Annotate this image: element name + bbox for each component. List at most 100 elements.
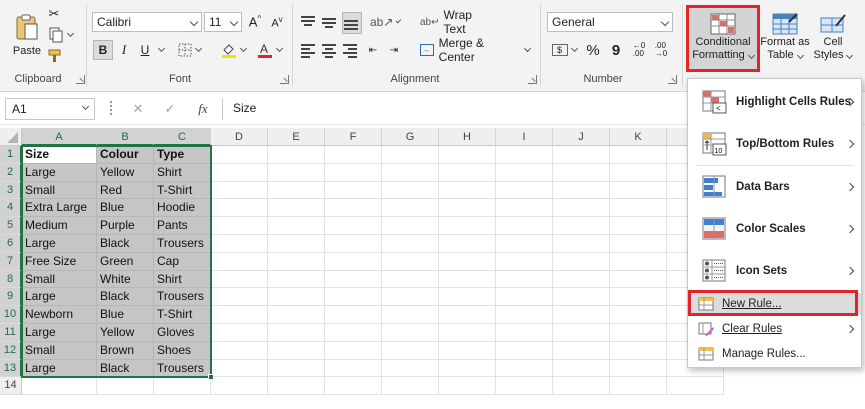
row-header[interactable]: 2 bbox=[0, 163, 22, 182]
cell[interactable] bbox=[439, 270, 496, 289]
cell[interactable]: Brown bbox=[97, 341, 154, 360]
confirm-entry-button[interactable]: ✓ bbox=[160, 99, 180, 119]
cell[interactable] bbox=[439, 235, 496, 253]
cell[interactable] bbox=[325, 324, 382, 342]
cell[interactable] bbox=[382, 306, 439, 324]
underline-dropdown[interactable] bbox=[153, 40, 165, 60]
cell[interactable]: Blue bbox=[97, 199, 154, 218]
cell[interactable]: T-Shirt bbox=[154, 181, 211, 200]
format-as-table-button[interactable]: Format as Table bbox=[760, 5, 810, 69]
cell[interactable] bbox=[610, 146, 667, 164]
cell[interactable] bbox=[439, 217, 496, 235]
wrap-text-button[interactable]: ab↵ Wrap Text bbox=[420, 8, 490, 36]
cell[interactable] bbox=[496, 377, 553, 396]
font-launcher-icon[interactable] bbox=[280, 75, 289, 84]
cell[interactable]: Trousers bbox=[154, 359, 211, 378]
cell[interactable] bbox=[439, 359, 496, 378]
cell[interactable] bbox=[325, 341, 382, 360]
select-all-corner[interactable] bbox=[0, 128, 22, 146]
cell[interactable]: Trousers bbox=[154, 288, 211, 307]
cell[interactable] bbox=[325, 359, 382, 378]
cell[interactable] bbox=[325, 288, 382, 307]
cell[interactable]: Yellow bbox=[97, 163, 154, 182]
cell[interactable]: Pants bbox=[154, 217, 211, 235]
cell[interactable] bbox=[268, 146, 325, 164]
decrease-indent-button[interactable]: ⇤ bbox=[364, 40, 382, 60]
cell[interactable] bbox=[496, 252, 553, 271]
cell[interactable]: Large bbox=[22, 324, 97, 342]
menu-item-top-bottom-rules[interactable]: 10 Top/Bottom Rules bbox=[688, 125, 861, 163]
cell[interactable] bbox=[268, 306, 325, 324]
cell[interactable] bbox=[610, 377, 667, 396]
cell[interactable] bbox=[382, 146, 439, 164]
cell[interactable] bbox=[496, 199, 553, 218]
percent-button[interactable]: % bbox=[584, 40, 602, 60]
column-header[interactable]: K bbox=[610, 128, 667, 146]
cut-button[interactable]: ✂ bbox=[46, 6, 62, 22]
cell[interactable]: Small bbox=[22, 341, 97, 360]
cell[interactable] bbox=[268, 341, 325, 360]
cell[interactable] bbox=[268, 324, 325, 342]
cell[interactable] bbox=[268, 163, 325, 182]
menu-item-manage-rules[interactable]: Manage Rules... bbox=[688, 343, 861, 365]
row-header[interactable]: 9 bbox=[0, 288, 22, 307]
cell[interactable] bbox=[439, 306, 496, 324]
cell[interactable] bbox=[553, 235, 610, 253]
increase-font-button[interactable]: A^ bbox=[246, 12, 264, 32]
cell[interactable]: Small bbox=[22, 181, 97, 200]
cell[interactable]: Red bbox=[97, 181, 154, 200]
cell[interactable] bbox=[211, 288, 268, 307]
cell[interactable] bbox=[439, 341, 496, 360]
cell[interactable] bbox=[325, 252, 382, 271]
column-header[interactable]: C bbox=[154, 128, 211, 146]
cell[interactable] bbox=[553, 199, 610, 218]
cell[interactable] bbox=[382, 181, 439, 200]
cell[interactable] bbox=[496, 163, 553, 182]
cell[interactable] bbox=[610, 359, 667, 378]
cell[interactable] bbox=[553, 359, 610, 378]
cell[interactable] bbox=[439, 163, 496, 182]
borders-button[interactable] bbox=[174, 40, 204, 60]
cell[interactable]: Hoodie bbox=[154, 199, 211, 218]
cell[interactable] bbox=[553, 163, 610, 182]
column-header[interactable]: G bbox=[382, 128, 439, 146]
fill-color-button[interactable] bbox=[218, 40, 248, 60]
cell[interactable] bbox=[553, 341, 610, 360]
copy-button[interactable] bbox=[46, 26, 74, 44]
cell[interactable]: Trousers bbox=[154, 235, 211, 253]
merge-center-button[interactable]: ↔ Merge & Center bbox=[420, 36, 532, 64]
underline-button[interactable]: U bbox=[137, 40, 153, 60]
format-painter-button[interactable] bbox=[46, 47, 64, 65]
cell[interactable] bbox=[211, 377, 268, 396]
menu-item-highlight-cells-rules[interactable]: < Highlight Cells Rules bbox=[688, 83, 861, 121]
cell[interactable] bbox=[496, 235, 553, 253]
column-header[interactable]: J bbox=[553, 128, 610, 146]
cell[interactable] bbox=[610, 181, 667, 200]
cell[interactable] bbox=[268, 199, 325, 218]
cell[interactable] bbox=[439, 324, 496, 342]
cell[interactable] bbox=[382, 235, 439, 253]
cell[interactable]: Free Size bbox=[22, 252, 97, 271]
cell[interactable] bbox=[22, 377, 97, 396]
cell[interactable] bbox=[610, 252, 667, 271]
cell[interactable]: Large bbox=[22, 163, 97, 182]
formula-bar-grip[interactable] bbox=[110, 101, 114, 115]
column-header[interactable]: D bbox=[211, 128, 268, 146]
cell[interactable]: Medium bbox=[22, 217, 97, 235]
cell[interactable] bbox=[268, 270, 325, 289]
cell[interactable] bbox=[610, 163, 667, 182]
cell[interactable] bbox=[154, 377, 211, 396]
row-header[interactable]: 6 bbox=[0, 235, 22, 253]
cell[interactable]: Type bbox=[154, 146, 211, 164]
cell[interactable] bbox=[553, 288, 610, 307]
row-header[interactable]: 5 bbox=[0, 217, 22, 235]
cell[interactable] bbox=[211, 163, 268, 182]
cell[interactable] bbox=[610, 324, 667, 342]
paste-button[interactable]: Paste bbox=[10, 6, 44, 64]
column-header[interactable]: H bbox=[439, 128, 496, 146]
cell[interactable] bbox=[382, 324, 439, 342]
font-size-select[interactable]: 11 bbox=[204, 12, 242, 32]
cell[interactable] bbox=[211, 235, 268, 253]
italic-button[interactable]: I bbox=[116, 40, 132, 60]
cell[interactable] bbox=[610, 270, 667, 289]
